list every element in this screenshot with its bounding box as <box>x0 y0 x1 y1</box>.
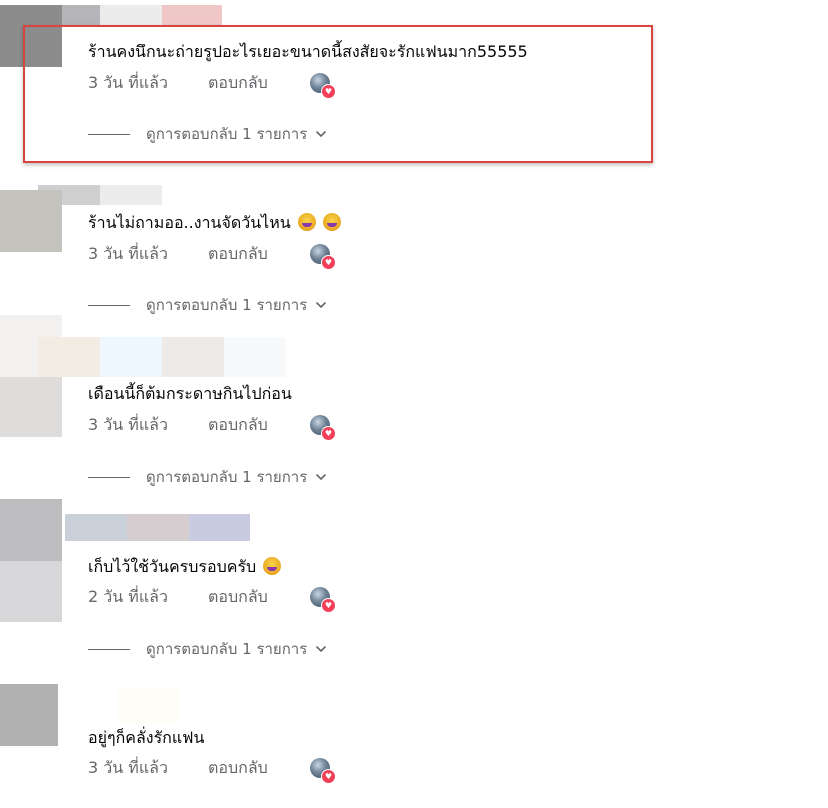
avatar[interactable] <box>0 561 62 622</box>
comment-timestamp[interactable]: 2 วัน ที่แล้ว <box>88 585 208 610</box>
blurred-name <box>118 688 180 724</box>
reaction-avatar[interactable]: ♥ <box>310 587 336 613</box>
comment-thread: ร้านคงนึกนะถ่ายรูปอะไรเยอะขนาดนี้สงสัยจะ… <box>0 0 828 808</box>
blurred-name <box>127 514 189 541</box>
avatar[interactable] <box>0 499 62 561</box>
comment-timestamp[interactable]: 3 วัน ที่แล้ว <box>88 413 208 438</box>
highlight-annotation <box>23 25 653 163</box>
chevron-down-icon <box>316 302 327 308</box>
comment-text-content: ร้านไม่ถามออ..งานจัดวันไหน <box>88 213 291 232</box>
view-replies-label: ดูการตอบกลับ 1 รายการ <box>146 468 308 486</box>
replies-divider <box>88 304 130 306</box>
comment-text: เดือนนี้ก็ต้มกระดาษกินไปก่อน <box>88 384 292 403</box>
blurred-name <box>224 337 286 377</box>
reply-button[interactable]: ตอบกลับ <box>208 585 308 610</box>
reaction-avatar[interactable]: ♥ <box>310 415 336 441</box>
avatar[interactable] <box>0 377 62 437</box>
reply-button[interactable]: ตอบกลับ <box>208 242 308 267</box>
avatar[interactable] <box>0 684 58 746</box>
chevron-down-icon <box>316 646 327 652</box>
blurred-name <box>189 514 250 541</box>
replies-divider <box>88 476 130 478</box>
heart-icon: ♥ <box>321 598 336 613</box>
comment-timestamp[interactable]: 3 วัน ที่แล้ว <box>88 756 208 781</box>
blurred-name <box>62 5 100 25</box>
blurred-name <box>100 185 162 205</box>
heart-icon: ♥ <box>321 255 336 270</box>
rofl-emoji-icon <box>322 213 341 231</box>
view-replies-button[interactable]: ดูการตอบกลับ 1 รายการ <box>88 465 327 489</box>
comment-meta: 3 วัน ที่แล้ว ตอบกลับ ♥ <box>88 756 336 784</box>
comment-meta: 2 วัน ที่แล้ว ตอบกลับ ♥ <box>88 585 336 613</box>
comment-text: อยู่ๆก็คลั่งรักแฟน <box>88 728 205 747</box>
view-replies-label: ดูการตอบกลับ 1 รายการ <box>146 296 308 314</box>
comment-text: ร้านไม่ถามออ..งานจัดวันไหน <box>88 213 341 233</box>
comment-meta: 3 วัน ที่แล้ว ตอบกลับ ♥ <box>88 242 336 270</box>
comment-meta: 3 วัน ที่แล้ว ตอบกลับ ♥ <box>88 413 336 441</box>
rofl-emoji-icon <box>263 557 282 575</box>
rofl-emoji-icon <box>297 213 316 231</box>
blurred-name <box>162 5 222 25</box>
comment-timestamp[interactable]: 3 วัน ที่แล้ว <box>88 242 208 267</box>
replies-divider <box>88 648 130 650</box>
reply-button[interactable]: ตอบกลับ <box>208 756 308 781</box>
view-replies-label: ดูการตอบกลับ 1 รายการ <box>146 640 308 658</box>
blurred-name <box>38 337 100 377</box>
reaction-avatar[interactable]: ♥ <box>310 758 336 784</box>
avatar[interactable] <box>0 190 62 252</box>
comment-text-content: เก็บไว้ใช้วันครบรอบครับ <box>88 557 257 576</box>
reaction-avatar[interactable]: ♥ <box>310 244 336 270</box>
comment-text: เก็บไว้ใช้วันครบรอบครับ <box>88 557 282 577</box>
blurred-name <box>162 337 224 377</box>
blurred-name <box>100 337 162 377</box>
chevron-down-icon <box>316 474 327 480</box>
heart-icon: ♥ <box>321 769 336 784</box>
heart-icon: ♥ <box>321 426 336 441</box>
view-replies-button[interactable]: ดูการตอบกลับ 1 รายการ <box>88 637 327 661</box>
view-replies-button[interactable]: ดูการตอบกลับ 1 รายการ <box>88 293 327 317</box>
reply-button[interactable]: ตอบกลับ <box>208 413 308 438</box>
blurred-name <box>65 514 127 541</box>
blurred-name <box>100 5 162 25</box>
